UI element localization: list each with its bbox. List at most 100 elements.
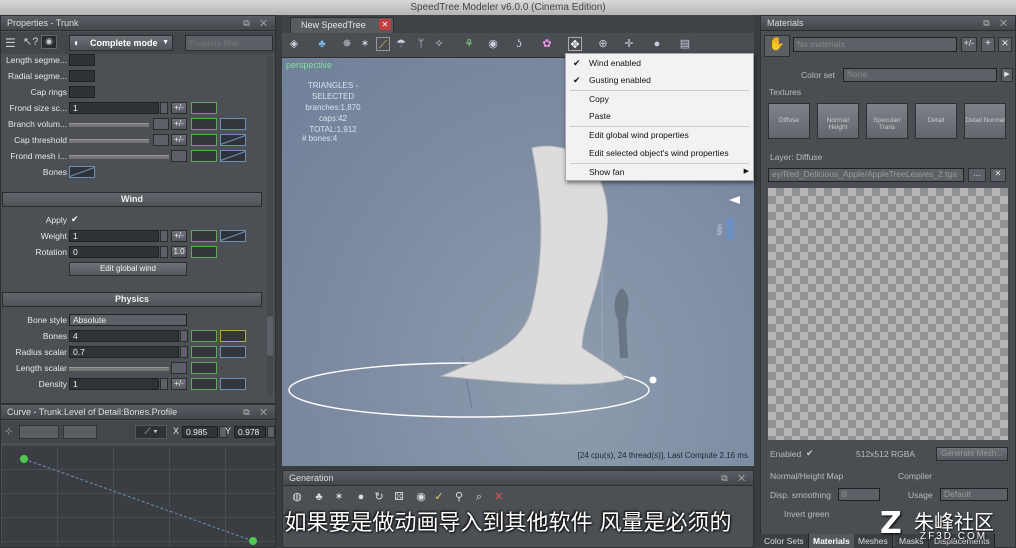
bones-spinner[interactable] <box>180 330 188 342</box>
dice-icon[interactable]: ⚄ <box>392 490 406 504</box>
globe-icon[interactable]: ◍ <box>290 490 304 504</box>
weight-swatch[interactable] <box>191 230 217 242</box>
menu-item-edit-global-wind[interactable]: Edit global wind properties <box>566 127 753 143</box>
help-cursor-icon[interactable]: ↖? <box>23 35 38 48</box>
eye-icon[interactable]: ◉ <box>41 35 57 49</box>
length-scalar-spinner[interactable] <box>171 362 187 374</box>
browse-icon[interactable]: … <box>968 168 986 182</box>
density-spinner[interactable] <box>160 378 168 390</box>
refresh-icon[interactable]: ↻ <box>372 490 386 504</box>
radius-swatch[interactable] <box>191 346 217 358</box>
wind-section-header[interactable]: Wind <box>2 192 262 207</box>
y-spinner[interactable] <box>267 426 275 438</box>
move-icon[interactable]: ✛ <box>622 37 636 51</box>
texture-diffuse-button[interactable]: Diffuse <box>768 103 810 139</box>
bone-style-dropdown[interactable]: Absolute <box>69 314 187 326</box>
curve-shape-icon[interactable]: ⟋ ▾ <box>135 425 167 439</box>
bulb-icon[interactable]: ⚲ <box>452 490 466 504</box>
layer-path-field[interactable]: ey/Red_Delicious_Apple/AppleTreeLeaves_2… <box>768 168 964 182</box>
hand-icon[interactable]: ✋ <box>764 35 790 57</box>
axis-icon[interactable]: ⊹ <box>5 426 13 437</box>
weight-field[interactable]: 1 <box>69 230 159 242</box>
preset-field[interactable] <box>63 425 97 439</box>
wind-fan-icon[interactable]: ✥ <box>568 37 582 51</box>
menu-item-copy[interactable]: Copy <box>566 91 753 107</box>
panel-controls[interactable]: ⧉ ✕ <box>721 471 749 486</box>
panel-controls[interactable]: ⧉ ✕ <box>243 16 271 31</box>
usage-dropdown[interactable]: Default <box>940 488 1008 501</box>
texture-specular-button[interactable]: Specular/ Trans <box>866 103 908 139</box>
cap-rings-field[interactable] <box>69 86 95 98</box>
menu-item-show-fan[interactable]: Show fan ▶ <box>566 164 753 180</box>
material-select[interactable]: No materials <box>793 37 957 52</box>
generate-mesh-button[interactable]: Generate Mesh... <box>936 447 1008 461</box>
checkmark-icon[interactable]: ✓ <box>432 490 446 504</box>
hook-icon[interactable]: ʖ <box>512 37 526 51</box>
sphere-icon[interactable]: ● <box>650 37 664 51</box>
menu-item-wind-enabled[interactable]: ✔ Wind enabled <box>566 55 753 71</box>
arrow-right-icon[interactable]: ▶ <box>1001 68 1013 82</box>
branch-volume-variance-button[interactable]: +/- <box>171 118 187 130</box>
texture-detail-button[interactable]: Detail <box>915 103 957 139</box>
light-icon[interactable]: ✿ <box>540 37 554 51</box>
branch-icon[interactable]: ✶ <box>358 37 372 51</box>
branch-volume-swatch[interactable] <box>191 118 217 130</box>
physics-section-header[interactable]: Physics <box>2 292 262 307</box>
apply-checkbox[interactable]: ✔ <box>71 214 79 225</box>
weight-spinner[interactable] <box>160 230 168 242</box>
tree-icon[interactable]: ♣ <box>315 37 329 51</box>
panel-controls[interactable]: ⧉ ✕ <box>983 16 1011 31</box>
x-value-field[interactable]: 0.985 <box>182 426 218 438</box>
property-filter-input[interactable] <box>185 35 273 51</box>
disp-smoothing-field[interactable]: 0 <box>838 488 880 501</box>
density-variance-button[interactable]: +/- <box>171 378 187 390</box>
close-tab-icon[interactable]: ✕ <box>379 19 391 30</box>
frond-size-curve-swatch[interactable] <box>191 102 217 114</box>
spine-icon[interactable]: ⟋ <box>376 37 390 51</box>
radius-field[interactable]: 0.7 <box>69 346 179 358</box>
seed-icon[interactable]: ⚘ <box>462 37 476 51</box>
bones-curve[interactable] <box>69 166 95 178</box>
y-value-field[interactable]: 0.978 <box>234 426 266 438</box>
frond-mesh-swatch[interactable] <box>191 150 217 162</box>
frond-size-spinner[interactable] <box>160 102 168 114</box>
delete-icon[interactable]: ✕ <box>492 490 506 504</box>
mode-dropdown[interactable]: ◐ Complete mode ▼ <box>69 35 173 51</box>
display-icon[interactable]: ▤ <box>678 37 692 51</box>
axis-gizmo-icon[interactable]: ⊕ <box>596 37 610 51</box>
clear-icon[interactable]: ✕ <box>990 168 1006 182</box>
rotation-swatch[interactable] <box>191 246 217 258</box>
length-segments-field[interactable] <box>69 54 95 66</box>
enabled-checkbox[interactable]: ✔ <box>806 448 814 459</box>
cap-threshold-curve[interactable] <box>220 134 246 146</box>
preset-icon[interactable] <box>19 425 59 439</box>
fork-icon[interactable]: ᛘ <box>414 37 428 51</box>
frond-mesh-spinner[interactable] <box>171 150 187 162</box>
frond-mesh-curve[interactable] <box>220 150 246 162</box>
menu-item-edit-selected-wind[interactable]: Edit selected object's wind properties <box>566 145 753 161</box>
density-swatch[interactable] <box>191 378 217 390</box>
list-icon[interactable]: ☰ <box>5 36 16 50</box>
rotation-preset-button[interactable]: 1.0 <box>171 246 187 258</box>
cap-threshold-variance-button[interactable]: +/- <box>171 134 187 146</box>
length-scalar-swatch[interactable] <box>191 362 217 374</box>
add-material-icon[interactable]: +/- <box>961 37 977 52</box>
eye-gen-icon[interactable]: ◉ <box>414 490 428 504</box>
density-field[interactable]: 1 <box>69 378 159 390</box>
radius-spinner[interactable] <box>180 346 188 358</box>
branch-volume-slider[interactable] <box>69 123 149 127</box>
weight-curve[interactable] <box>220 230 246 242</box>
color-set-dropdown[interactable]: None <box>843 68 997 82</box>
texture-normal-button[interactable]: Normal/ Height <box>817 103 859 139</box>
sphere-gen-icon[interactable]: ● <box>354 490 368 504</box>
eye-view-icon[interactable]: ◉ <box>486 37 500 51</box>
density-curve-swatch[interactable] <box>220 378 246 390</box>
search-icon[interactable]: ⌕ <box>472 490 486 504</box>
delete-material-icon[interactable]: ✕ <box>998 37 1012 52</box>
tree-gen-icon[interactable]: ♣ <box>312 490 326 504</box>
leaf-icon[interactable]: ✵ <box>340 37 354 51</box>
new-material-icon[interactable]: + <box>981 37 995 52</box>
branches-icon[interactable]: ✶ <box>332 490 346 504</box>
cap-threshold-slider[interactable] <box>69 139 149 143</box>
menu-item-paste[interactable]: Paste <box>566 108 753 124</box>
